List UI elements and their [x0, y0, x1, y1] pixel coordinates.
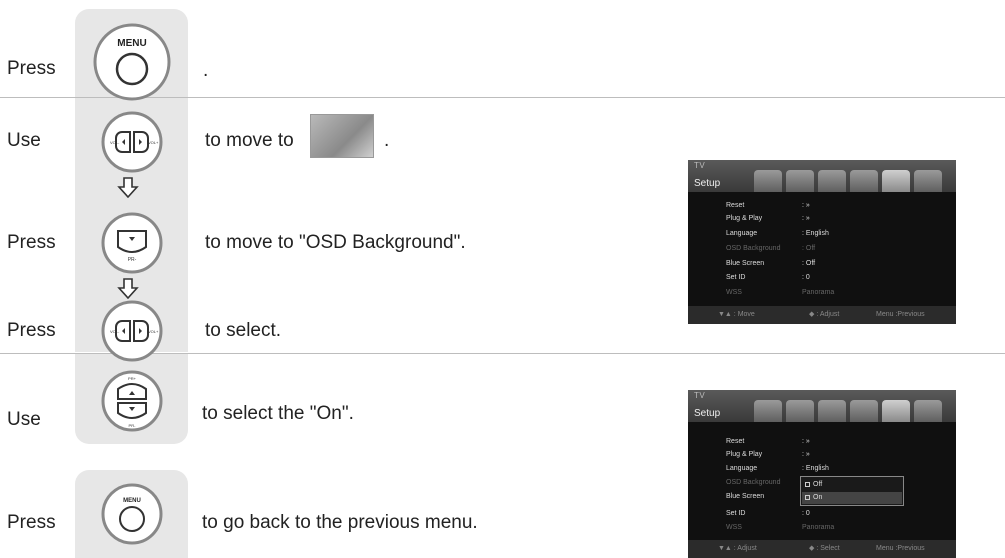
menu-row-osd-background: OSD Background: Off	[726, 245, 816, 252]
menu-row-set-id: Set ID: 0	[726, 510, 810, 517]
menu-row-language: Language: English	[726, 230, 829, 237]
step5-label: Use	[7, 409, 41, 430]
tab-picture-icon	[754, 400, 782, 422]
osd-background-popup[interactable]: Off On	[800, 476, 904, 506]
footer-adjust: ◆ : Adjust	[809, 311, 840, 318]
footer-previous: Menu :Previous	[876, 545, 925, 552]
checkbox-icon	[805, 481, 810, 487]
step1-label: Press	[7, 58, 56, 79]
tv-title: TV	[694, 161, 706, 170]
setup-menu-icon	[310, 114, 374, 158]
menu-row-plug-play: Plug & Play: »	[726, 215, 810, 222]
popup-option-off[interactable]: Off	[805, 479, 822, 491]
menu-row-language: Language: English	[726, 465, 829, 472]
step6-text: to go back to the previous menu.	[202, 512, 478, 533]
pr-minus-label: PR-	[128, 257, 137, 263]
menu-row-reset: Reset: »	[726, 202, 810, 209]
tab-setup-icon	[882, 400, 910, 422]
tab-input-icon	[850, 170, 878, 192]
tv-screen-setup: TV Setup Reset: » Plug & Play: » Languag…	[688, 160, 956, 324]
tab-sound-icon	[786, 400, 814, 422]
step1-text: .	[203, 60, 209, 81]
step4-text: to select.	[205, 320, 282, 341]
vol-minus-label: VOL-	[110, 329, 120, 334]
footer-select: ◆ : Select	[809, 545, 840, 552]
tv-section-title: Setup	[694, 178, 721, 189]
tab-input-icon	[850, 400, 878, 422]
footer-previous: Menu :Previous	[876, 311, 925, 318]
pr-updown-button[interactable]: PR+ PR-	[100, 369, 164, 433]
tv-screen-osd-popup: TV Setup Reset: » Plug & Play: » Languag…	[688, 390, 956, 558]
tab-picture-icon	[754, 170, 782, 192]
step3-text: to move to "OSD Background".	[205, 232, 466, 253]
tab-sound-icon	[786, 170, 814, 192]
step4-label: Press	[7, 320, 56, 341]
step2-tail: .	[384, 130, 390, 151]
vol-button[interactable]: VOL- VOL+	[100, 110, 164, 174]
menu-row-wss: WSS Panorama	[726, 524, 835, 531]
tv-menu-list: Reset: » Plug & Play: » Language: Englis…	[688, 422, 956, 540]
step6-label: Press	[7, 512, 56, 533]
tv-footer: ▼▲ : Adjust ◆ : Select Menu :Previous	[688, 540, 956, 558]
menu-row-plug-play: Plug & Play: »	[726, 451, 810, 458]
tab-setup-icon	[882, 170, 910, 192]
tv-title: TV	[694, 391, 706, 400]
footer-move: ▼▲ : Move	[718, 311, 755, 318]
pr-minus-label: PR-	[129, 423, 137, 428]
menu-button-label: MENU	[117, 38, 146, 49]
step2-text: to move to	[205, 130, 294, 151]
menu-row-reset: Reset: »	[726, 438, 810, 445]
menu-row-set-id: Set ID: 0	[726, 274, 810, 281]
footer-adjust: ▼▲ : Adjust	[718, 545, 757, 552]
tv-footer: ▼▲ : Move ◆ : Adjust Menu :Previous	[688, 306, 956, 324]
down-arrow-icon	[117, 278, 139, 299]
vol-plus-label: VOL+	[148, 140, 159, 145]
menu-button[interactable]: MENU	[92, 22, 172, 102]
checkbox-icon	[805, 494, 810, 500]
step2-label: Use	[7, 130, 41, 151]
pr-plus-label: PR+	[128, 376, 137, 381]
menu-row-wss: WSS Panorama	[726, 289, 835, 296]
vol-button-select[interactable]: VOL- VOL+	[100, 299, 164, 363]
menu-row-blue-screen: Blue Screen: Off	[726, 260, 816, 267]
popup-option-on[interactable]: On	[802, 492, 902, 504]
pr-down-button[interactable]: PR-	[100, 211, 164, 275]
step5-text: to select the "On".	[202, 403, 354, 424]
vol-minus-label: VOL-	[110, 140, 120, 145]
tab-channel-icon	[818, 400, 846, 422]
tv-menu-list: Reset: » Plug & Play: » Language: Englis…	[688, 192, 956, 306]
tv-section-title: Setup	[694, 408, 721, 419]
menu-button-label: MENU	[123, 498, 141, 504]
tab-timer-icon	[914, 400, 942, 422]
down-arrow-icon	[117, 177, 139, 198]
tab-channel-icon	[818, 170, 846, 192]
tab-timer-icon	[914, 170, 942, 192]
step3-label: Press	[7, 232, 56, 253]
vol-plus-label: VOL+	[148, 329, 159, 334]
menu-button-back[interactable]: MENU	[100, 482, 164, 546]
